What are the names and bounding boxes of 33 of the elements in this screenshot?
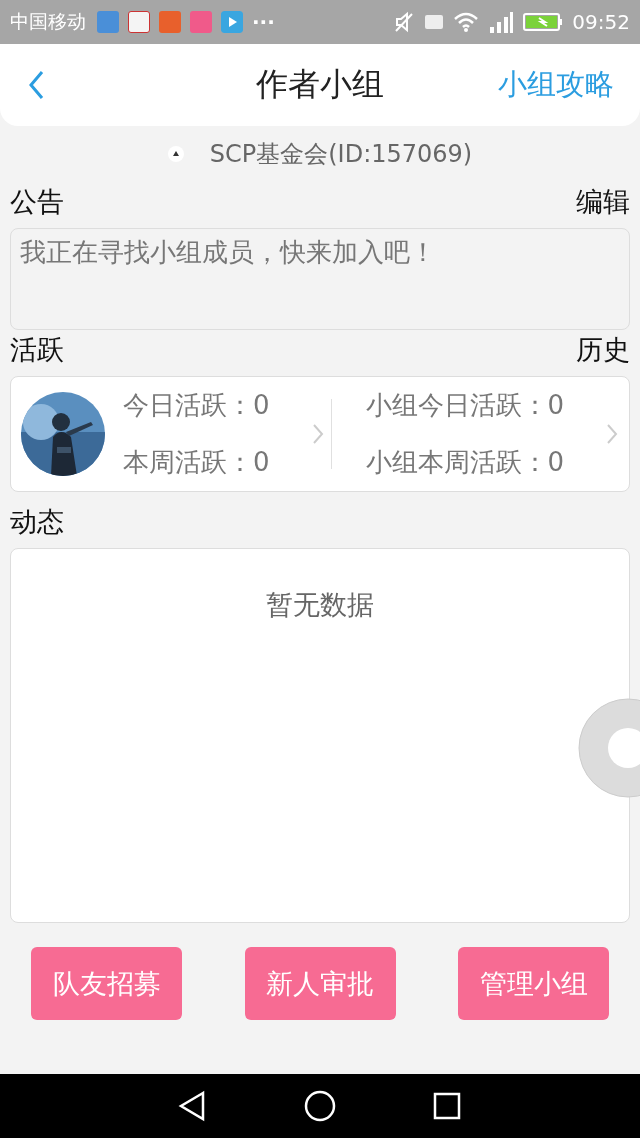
- guide-link[interactable]: 小组攻略: [498, 65, 614, 105]
- activity-stat: 今日活跃：0: [123, 389, 270, 422]
- group-activity-stat: 小组今日活跃：0: [365, 389, 565, 422]
- app-icon: [128, 11, 150, 33]
- clock: 09:52: [572, 10, 630, 34]
- wifi-icon: [453, 11, 480, 33]
- page-title: 作者小组: [256, 64, 384, 105]
- section-title: 动态: [10, 505, 64, 539]
- section-title: 活跃: [10, 333, 64, 367]
- battery-icon: [523, 12, 564, 32]
- chevron-icon[interactable]: [605, 422, 619, 446]
- section-title: 公告: [10, 185, 64, 219]
- group-name: SCP基金会(ID:157069): [209, 139, 473, 170]
- history-link[interactable]: 历史: [576, 332, 630, 368]
- empty-message: 暂无数据: [266, 588, 374, 622]
- group-icon: [167, 146, 184, 162]
- action-button[interactable]: 新人审批: [244, 947, 396, 1020]
- action-button[interactable]: 队友招募: [31, 947, 182, 1020]
- mute-icon: [393, 11, 416, 33]
- home-icon[interactable]: [304, 1090, 336, 1122]
- edit-link[interactable]: 编辑: [576, 184, 630, 220]
- activity-stat: 本周活跃：0: [123, 446, 270, 479]
- more-notifications: ···: [252, 10, 275, 34]
- group-activity-stat: 小组本周活跃：0: [365, 446, 565, 479]
- app-icon: [190, 11, 212, 33]
- action-button[interactable]: 管理小组: [458, 947, 609, 1020]
- chevron-icon[interactable]: [310, 422, 325, 446]
- signal-icon: [488, 9, 515, 35]
- app-icon: [159, 11, 181, 33]
- carrier-name: 中国移动: [10, 9, 86, 34]
- app-icon: [97, 11, 119, 33]
- play-icon: [221, 11, 243, 33]
- announcement-text: 我正在寻找小组成员，快来加入吧！: [20, 237, 436, 267]
